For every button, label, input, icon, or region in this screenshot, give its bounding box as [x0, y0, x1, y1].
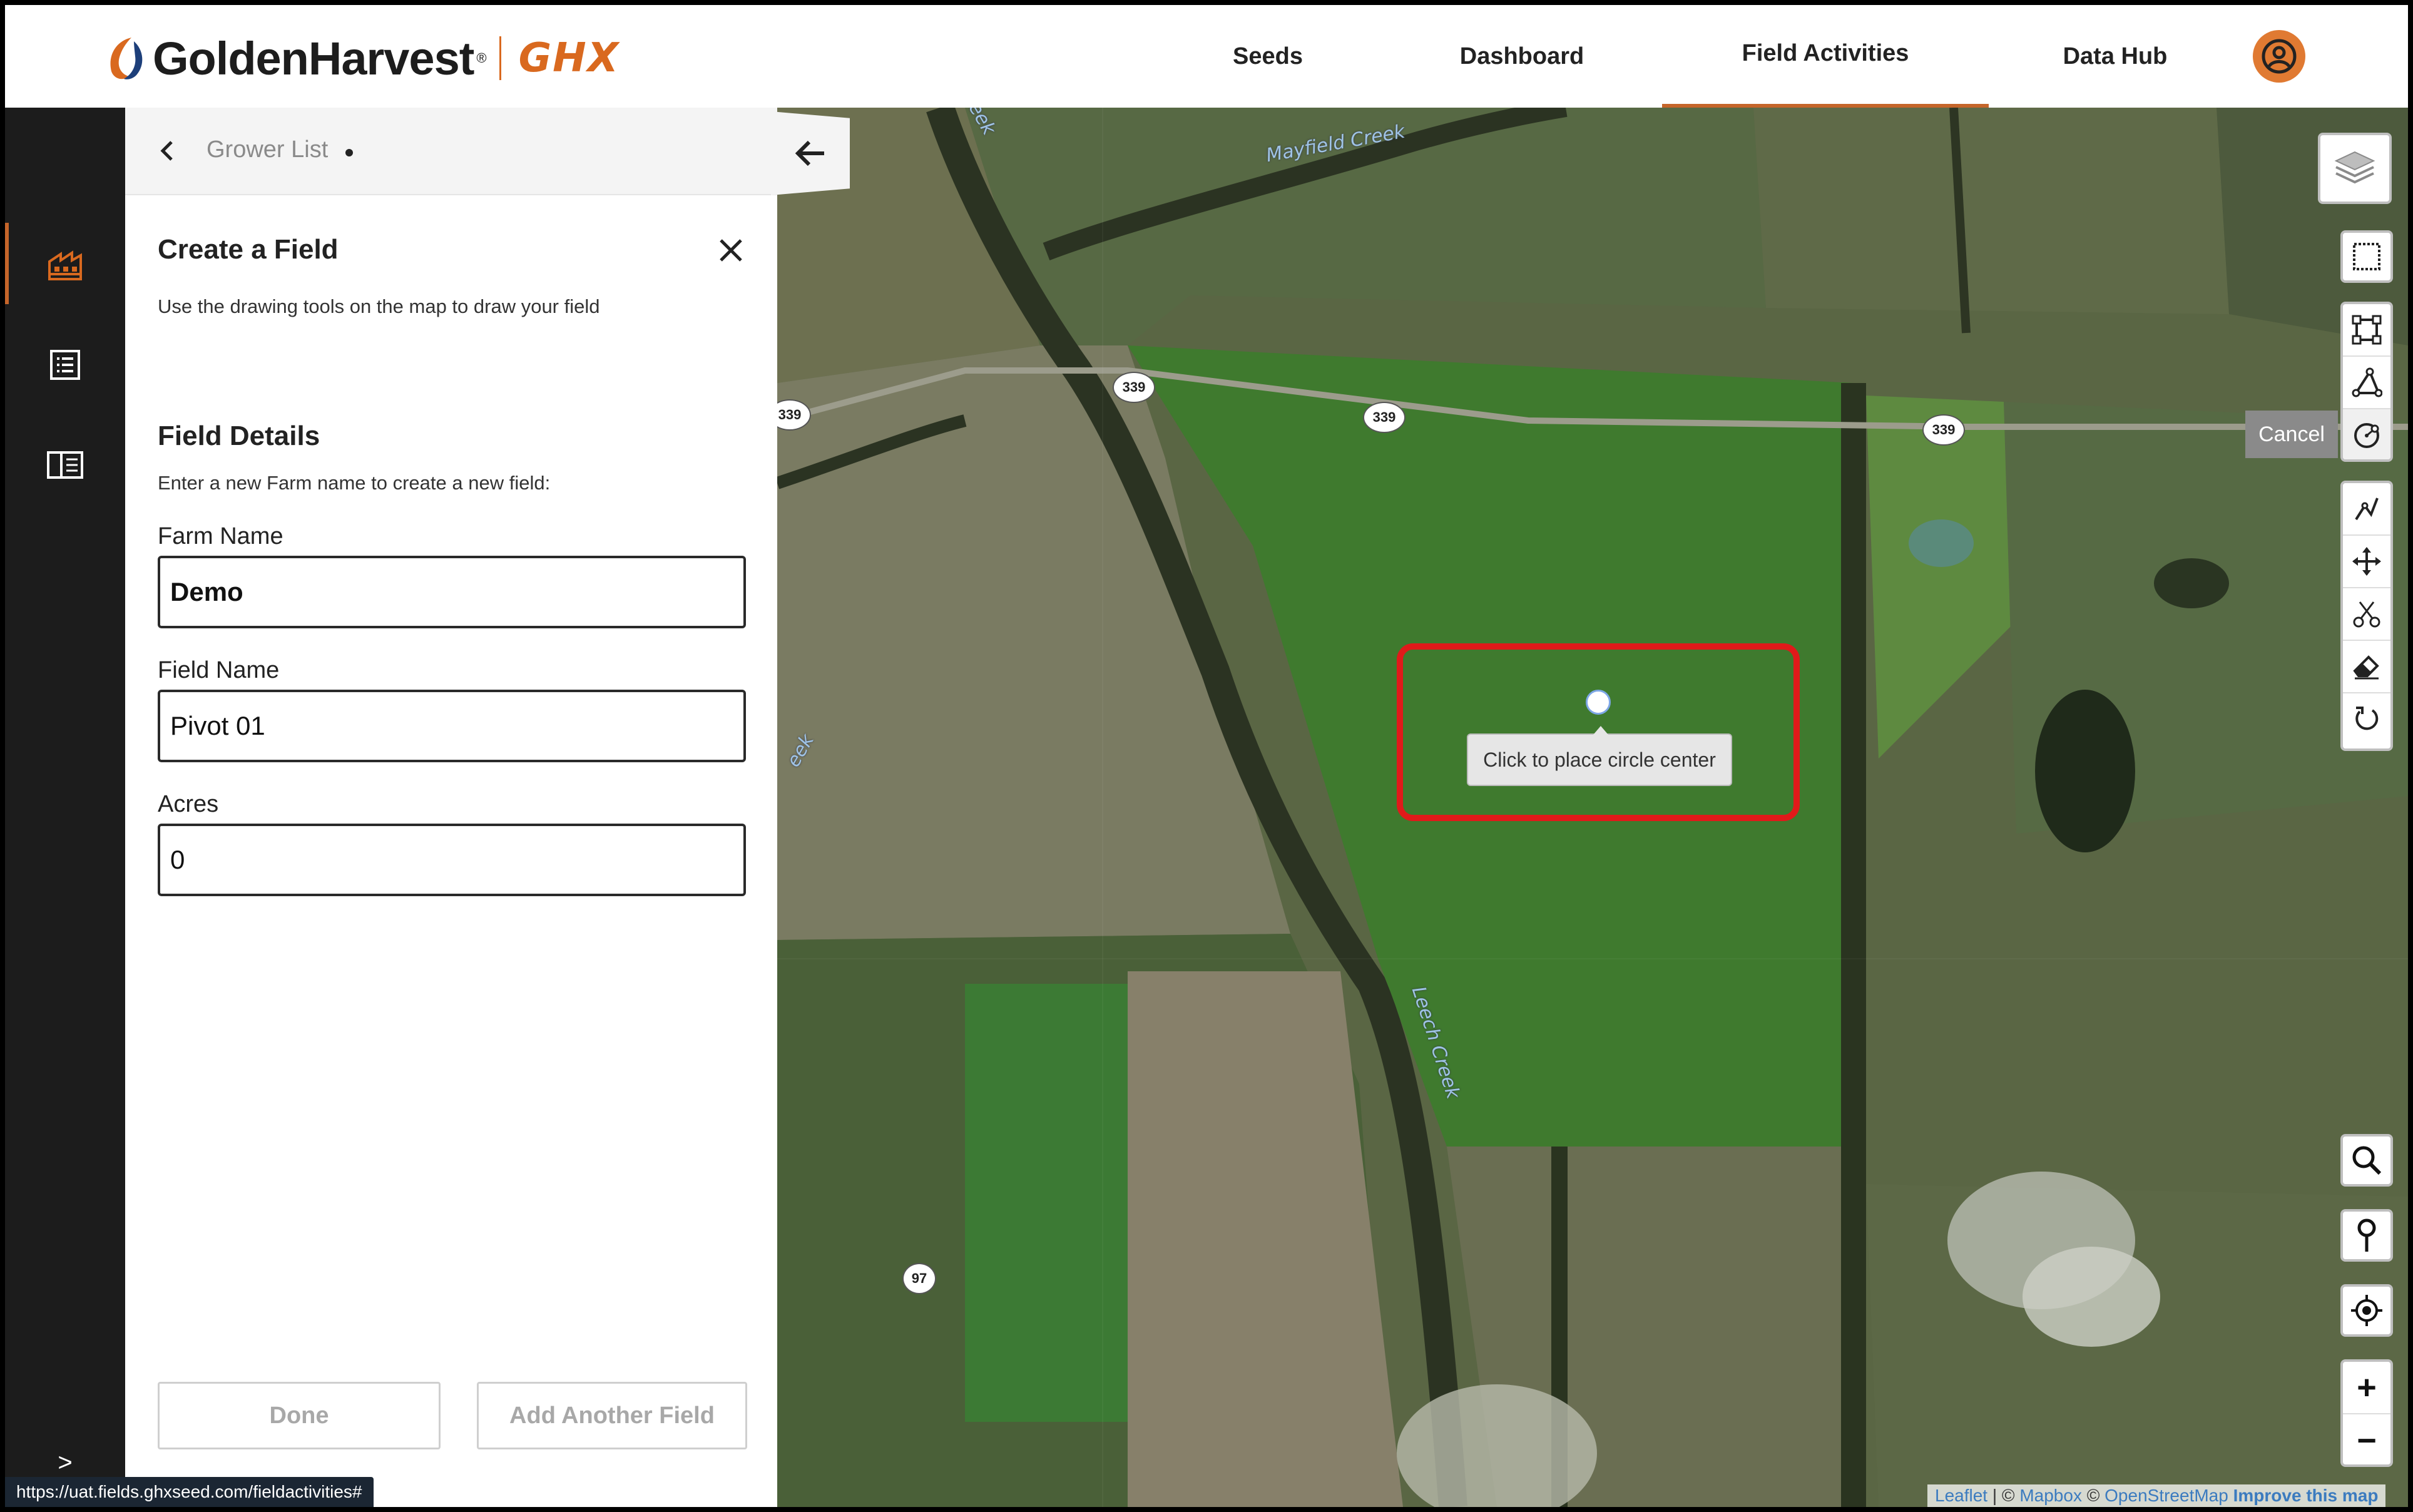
cut-line-icon [2355, 498, 2379, 521]
add-another-field-button[interactable]: Add Another Field [477, 1382, 747, 1449]
draw-polygon-icon [2352, 367, 2382, 397]
route-shield: 97 [902, 1263, 936, 1294]
brand-registered-mark: ® [476, 50, 487, 66]
zoom-in-button[interactable]: + [2343, 1362, 2390, 1414]
layers-button[interactable] [2318, 133, 2392, 204]
user-circle-icon [2262, 39, 2297, 74]
rotate-button[interactable] [2343, 693, 2390, 746]
drop-pin-button[interactable] [2340, 1209, 2393, 1262]
arrow-left-icon [795, 140, 824, 166]
top-header: GoldenHarvest ® GHX Seeds Dashboard Fiel… [5, 5, 2408, 109]
scissors-button[interactable] [2343, 588, 2390, 641]
dashed-rectangle-icon [2353, 243, 2380, 270]
mapbox-link[interactable]: Mapbox [2019, 1486, 2082, 1505]
field-details-title: Field Details [158, 421, 320, 451]
collapse-panel-button[interactable] [771, 111, 850, 195]
panel-title: Create a Field [158, 234, 339, 265]
cut-line-button[interactable] [2343, 483, 2390, 536]
route-shield: 339 [1363, 402, 1405, 433]
edit-toolbar [2340, 481, 2393, 751]
field-details-hint: Enter a new Farm name to create a new fi… [158, 472, 551, 494]
eraser-button[interactable] [2343, 641, 2390, 693]
draw-polygon-button[interactable] [2343, 357, 2390, 409]
close-icon [720, 239, 742, 262]
attribution-sep: © [2081, 1486, 2105, 1505]
left-rail: > [5, 108, 125, 1507]
select-area-button[interactable] [2340, 230, 2393, 283]
app-window: GoldenHarvest ® GHX Seeds Dashboard Fiel… [5, 5, 2408, 1507]
done-button[interactable]: Done [158, 1382, 441, 1449]
farm-name-input[interactable] [158, 556, 746, 628]
farm-name-label: Farm Name [158, 523, 283, 549]
field-name-label: Field Name [158, 657, 280, 683]
acres-label: Acres [158, 791, 219, 817]
brand-divider [499, 36, 501, 80]
draw-toolbar [2340, 302, 2393, 462]
move-icon [2352, 547, 2381, 576]
search-icon [2352, 1146, 2382, 1175]
crosshair-icon [2351, 1295, 2382, 1326]
acres-input[interactable] [158, 824, 746, 896]
nav-dashboard[interactable]: Dashboard [1447, 5, 1597, 108]
draw-rectangle-button[interactable] [2343, 304, 2390, 357]
route-shield: 339 [1113, 372, 1155, 403]
layout-icon [47, 451, 83, 479]
brand-secondary: GHX [518, 35, 620, 81]
move-button[interactable] [2343, 536, 2390, 588]
openstreetmap-link[interactable]: OpenStreetMap [2104, 1486, 2228, 1505]
user-avatar[interactable] [2253, 30, 2305, 83]
draw-tooltip: Click to place circle center [1467, 726, 1732, 786]
satellite-map[interactable]: 339 339 339 339 97 Mayfield Creek Leech … [777, 108, 2408, 1507]
circle-center-marker[interactable] [1586, 690, 1611, 715]
field-name-input[interactable] [158, 690, 746, 762]
rotate-icon [2355, 707, 2379, 730]
farm-icon [48, 250, 82, 280]
scissors-icon [2353, 601, 2380, 628]
nav-field-activities[interactable]: Field Activities [1662, 5, 1989, 108]
draw-circle-button[interactable] [2343, 409, 2390, 459]
cancel-draw-button[interactable]: Cancel [2245, 411, 2338, 458]
route-shield: 339 [1922, 414, 1965, 446]
leaflet-link[interactable]: Leaflet [1935, 1486, 1987, 1505]
nav-data-hub[interactable]: Data Hub [2053, 5, 2178, 108]
nav-seeds[interactable]: Seeds [1224, 5, 1312, 108]
draw-rectangle-icon [2352, 315, 2382, 345]
breadcrumb-dot [345, 149, 353, 156]
leaf-logo-icon [110, 38, 143, 79]
brand-name: GoldenHarvest [153, 32, 474, 84]
zoom-out-button[interactable]: − [2343, 1414, 2390, 1464]
status-url-bar: https://uat.fields.ghxseed.com/fieldacti… [5, 1477, 374, 1507]
improve-map-link[interactable]: Improve this map [2233, 1486, 2379, 1505]
attribution-sep: | © [1987, 1486, 2020, 1505]
locate-me-button[interactable] [2340, 1284, 2393, 1337]
close-panel-button[interactable] [712, 232, 750, 269]
panel-description: Use the drawing tools on the map to draw… [158, 295, 600, 317]
draw-circle-icon [2354, 423, 2379, 448]
breadcrumb-back-button[interactable] [151, 135, 183, 166]
breadcrumb: Grower List [125, 108, 777, 195]
brand-logo[interactable]: GoldenHarvest ® GHX [106, 33, 620, 84]
list-icon [50, 350, 80, 380]
rail-layout-button[interactable] [5, 424, 125, 506]
rail-list-button[interactable] [5, 324, 125, 406]
chevron-left-icon [160, 141, 173, 161]
breadcrumb-grower-list[interactable]: Grower List [207, 136, 328, 163]
layers-icon [2334, 151, 2375, 184]
eraser-icon [2353, 655, 2379, 680]
map-pin-icon [2357, 1218, 2376, 1252]
nav-field-activities-label: Field Activities [1742, 39, 1909, 66]
map-attribution: Leaflet | © Mapbox © OpenStreetMap Impro… [1927, 1484, 2386, 1507]
search-button[interactable] [2340, 1134, 2393, 1187]
rail-farm-button[interactable] [5, 223, 125, 304]
zoom-control: + − [2340, 1359, 2393, 1467]
create-field-panel: Grower List Create a Field Use the drawi… [125, 108, 777, 1507]
